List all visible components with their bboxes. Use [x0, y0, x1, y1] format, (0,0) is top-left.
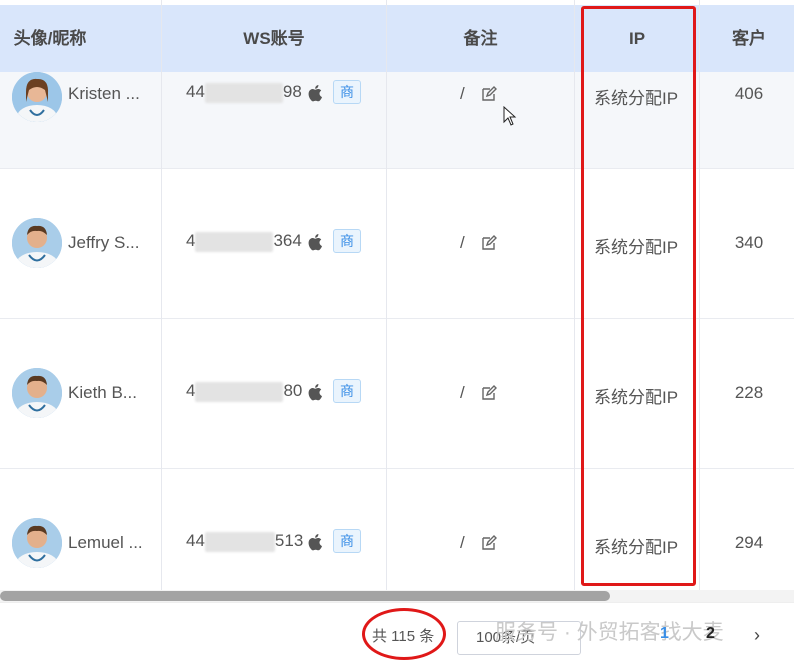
- col-header-remark[interactable]: 备注: [387, 5, 574, 72]
- remark-value: /: [460, 233, 465, 252]
- apple-icon: [308, 234, 322, 251]
- ip-column-highlight: [581, 6, 696, 586]
- remark-value: /: [460, 383, 465, 402]
- remark-value: /: [460, 533, 465, 552]
- column-divider: [161, 0, 162, 590]
- column-divider: [574, 0, 575, 590]
- nickname: Kieth B...: [68, 383, 137, 402]
- col-header-customers[interactable]: 客户: [700, 5, 794, 72]
- business-badge: 商: [333, 379, 361, 403]
- page-1-button[interactable]: 1: [660, 625, 669, 643]
- ws-account: 4 80: [186, 381, 303, 402]
- total-count-highlight: [362, 608, 446, 660]
- col-header-avatar-name[interactable]: 头像/昵称: [0, 5, 100, 72]
- apple-icon: [308, 85, 322, 102]
- customer-count: 340: [734, 233, 764, 252]
- business-badge: 商: [333, 80, 361, 104]
- nickname: Lemuel ...: [68, 533, 143, 552]
- ws-account: 44 98: [186, 82, 302, 103]
- nickname: Kristen ...: [68, 84, 140, 103]
- customer-count: 294: [734, 533, 764, 552]
- avatar: [12, 368, 62, 418]
- col-header-ws-account[interactable]: WS账号: [162, 5, 386, 72]
- business-badge: 商: [333, 529, 361, 553]
- business-badge: 商: [333, 229, 361, 253]
- apple-icon: [308, 384, 322, 401]
- horizontal-scrollbar-thumb[interactable]: [0, 591, 610, 601]
- nickname: Jeffry S...: [68, 233, 140, 252]
- page-2-button[interactable]: 2: [706, 625, 715, 643]
- avatar: [12, 518, 62, 568]
- column-divider: [699, 0, 700, 590]
- mouse-cursor-icon: [503, 106, 517, 126]
- avatar: [12, 218, 62, 268]
- customer-count: 406: [734, 84, 764, 103]
- edit-remark-icon[interactable]: [481, 535, 497, 551]
- column-divider: [386, 0, 387, 590]
- apple-icon: [308, 534, 322, 551]
- edit-remark-icon[interactable]: [481, 86, 497, 102]
- avatar: [12, 72, 62, 122]
- edit-remark-icon[interactable]: [481, 235, 497, 251]
- next-page-icon[interactable]: ›: [754, 625, 760, 646]
- watermark: 服务号 · 外贸拓客找大麦: [495, 621, 724, 644]
- remark-value: /: [460, 84, 465, 103]
- edit-remark-icon[interactable]: [481, 385, 497, 401]
- customer-count: 228: [734, 383, 764, 402]
- ws-account: 44 513: [186, 531, 304, 552]
- ws-account: 4 364: [186, 231, 302, 252]
